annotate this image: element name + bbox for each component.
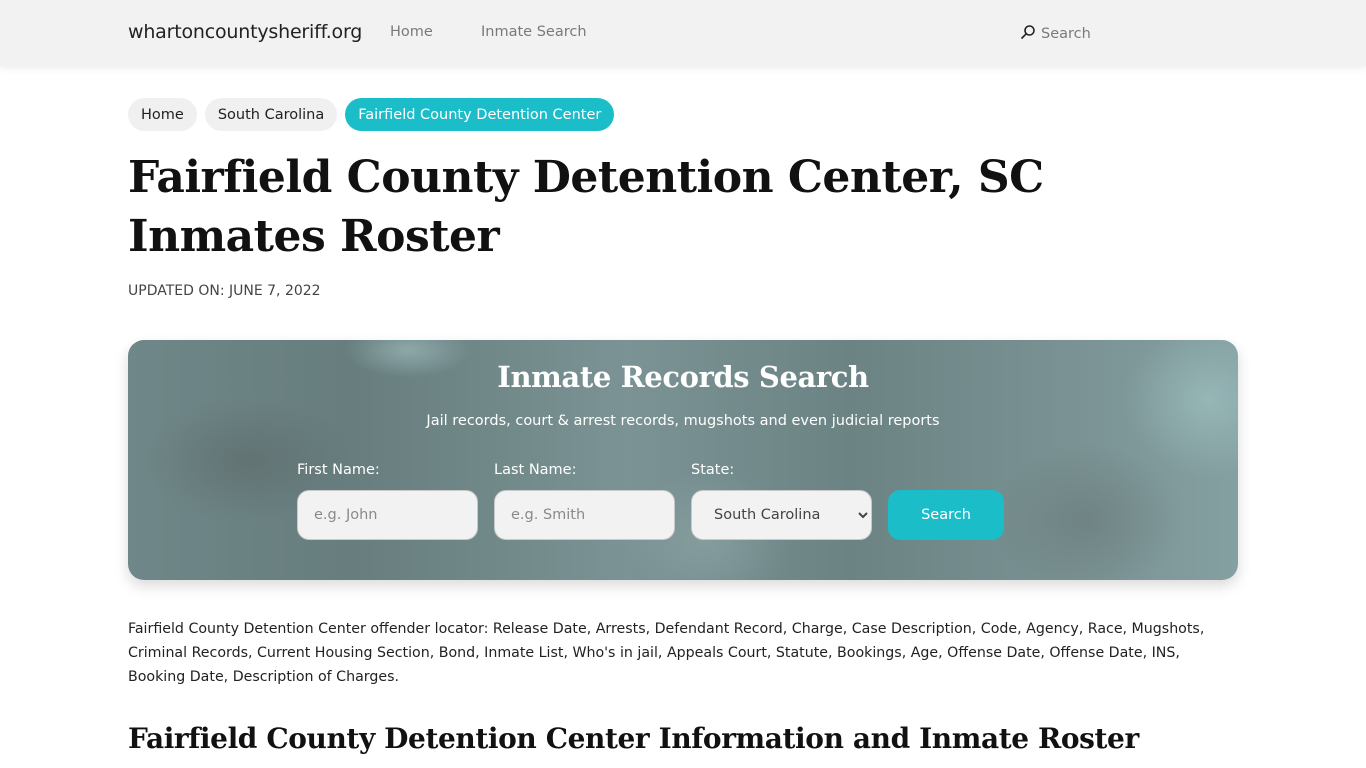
last-name-label: Last Name: <box>494 462 577 478</box>
top-navbar: whartoncountysheriff.org Home Inmate Sea… <box>0 0 1366 66</box>
last-name-input[interactable] <box>494 490 675 540</box>
header-search-button[interactable]: Search <box>1020 24 1091 44</box>
updated-date: UPDATED ON: JUNE 7, 2022 <box>128 283 321 299</box>
search-panel-title: Inmate Records Search <box>497 360 869 394</box>
breadcrumb-south-carolina[interactable]: South Carolina <box>204 98 338 131</box>
first-name-label: First Name: <box>297 462 380 478</box>
first-name-input[interactable] <box>297 490 478 540</box>
breadcrumb: Home South Carolina Fairfield County Det… <box>128 98 615 131</box>
facility-description: Fairfield County Detention Center offend… <box>128 621 1205 685</box>
nav-link-inmate-search[interactable]: Inmate Search <box>481 24 587 40</box>
header-search-label: Search <box>1041 26 1091 42</box>
state-select[interactable]: South Carolina <box>691 490 872 540</box>
state-label: State: <box>691 462 735 478</box>
section-heading: Fairfield County Detention Center Inform… <box>128 722 1139 755</box>
breadcrumb-home[interactable]: Home <box>128 98 197 131</box>
site-brand-link[interactable]: whartoncountysheriff.org <box>128 21 362 43</box>
search-submit-button[interactable]: Search <box>888 490 1004 540</box>
nav-link-home[interactable]: Home <box>390 24 433 40</box>
breadcrumb-current-facility[interactable]: Fairfield County Detention Center <box>345 98 615 131</box>
inmate-search-panel: Inmate Records Search Jail records, cour… <box>128 340 1238 580</box>
search-panel-subtitle: Jail records, court & arrest records, mu… <box>426 413 940 429</box>
page-title: Fairfield County Detention Center, SC In… <box>128 152 1044 262</box>
search-icon <box>1020 24 1036 44</box>
